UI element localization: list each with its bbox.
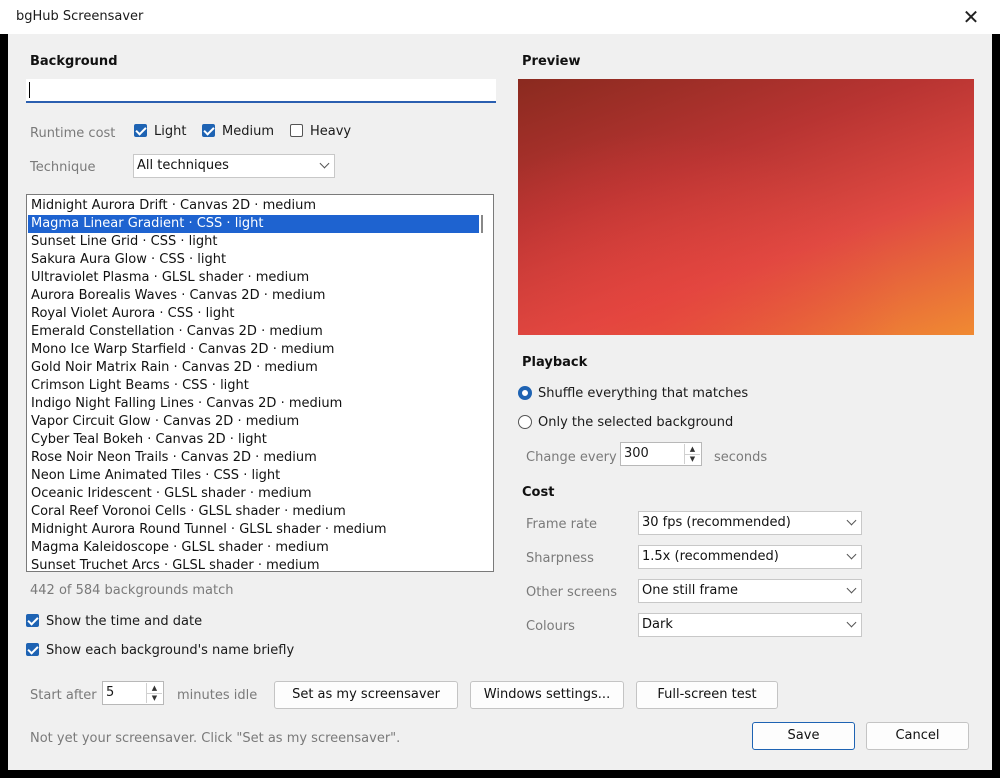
- list-item[interactable]: Midnight Aurora Round Tunnel · GLSL shad…: [28, 521, 479, 539]
- medium-checkbox[interactable]: [202, 124, 215, 137]
- background-preview: [518, 79, 974, 335]
- medium-checkbox-label[interactable]: Medium: [222, 124, 274, 139]
- heavy-checkbox-label[interactable]: Heavy: [310, 124, 351, 139]
- window-title: bgHub Screensaver: [16, 9, 144, 24]
- colours-select[interactable]: Dark: [638, 613, 862, 637]
- list-item[interactable]: Sunset Truchet Arcs · GLSL shader · medi…: [28, 557, 479, 571]
- list-item[interactable]: Coral Reef Voronoi Cells · GLSL shader ·…: [28, 503, 479, 521]
- start-after-label: Start after: [30, 688, 97, 703]
- save-button[interactable]: Save: [752, 722, 855, 750]
- runtime-cost-label: Runtime cost: [30, 126, 116, 141]
- list-scrollbar[interactable]: [481, 215, 483, 233]
- cancel-button[interactable]: Cancel: [866, 722, 969, 750]
- show-time-label[interactable]: Show the time and date: [46, 614, 202, 629]
- cost-heading: Cost: [522, 485, 555, 500]
- light-checkbox[interactable]: [134, 124, 147, 137]
- selected-only-radio-label[interactable]: Only the selected background: [538, 415, 733, 430]
- show-name-checkbox[interactable]: [26, 643, 39, 656]
- technique-select-value: All techniques: [137, 158, 229, 173]
- list-item[interactable]: Emerald Constellation · Canvas 2D · medi…: [28, 323, 479, 341]
- shuffle-radio-label[interactable]: Shuffle everything that matches: [538, 386, 748, 401]
- list-item[interactable]: Sakura Aura Glow · CSS · light: [28, 251, 479, 269]
- list-item[interactable]: Gold Noir Matrix Rain · Canvas 2D · medi…: [28, 359, 479, 377]
- list-item[interactable]: Mono Ice Warp Starfield · Canvas 2D · me…: [28, 341, 479, 359]
- frame-rate-select[interactable]: 30 fps (recommended): [638, 511, 862, 535]
- minutes-idle-label: minutes idle: [177, 688, 258, 703]
- decrement-icon[interactable]: ▼: [685, 454, 700, 464]
- technique-select[interactable]: All techniques: [133, 154, 335, 178]
- show-name-label[interactable]: Show each background's name briefly: [46, 643, 294, 658]
- decrement-icon[interactable]: ▼: [147, 693, 162, 703]
- chevron-down-icon: [846, 515, 857, 526]
- sharpness-select[interactable]: 1.5x (recommended): [638, 545, 862, 569]
- heavy-checkbox[interactable]: [290, 124, 303, 137]
- list-item[interactable]: Oceanic Iridescent · GLSL shader · mediu…: [28, 485, 479, 503]
- seconds-label: seconds: [714, 450, 768, 465]
- other-screens-select[interactable]: One still frame: [638, 579, 862, 603]
- preview-heading: Preview: [522, 54, 581, 69]
- other-screens-value: One still frame: [642, 583, 738, 598]
- list-item[interactable]: Cyber Teal Bokeh · Canvas 2D · light: [28, 431, 479, 449]
- chevron-down-icon: [319, 158, 330, 169]
- change-every-value: 300: [624, 446, 649, 461]
- start-after-stepper[interactable]: 5 ▲ ▼: [102, 681, 164, 705]
- list-item[interactable]: Magma Kaleidoscope · GLSL shader · mediu…: [28, 539, 479, 557]
- list-item[interactable]: Midnight Aurora Drift · Canvas 2D · medi…: [28, 197, 479, 215]
- windows-settings-button[interactable]: Windows settings...: [470, 681, 624, 709]
- colours-label: Colours: [526, 619, 575, 634]
- sharpness-value: 1.5x (recommended): [642, 549, 779, 564]
- list-item[interactable]: Neon Lime Animated Tiles · CSS · light: [28, 467, 479, 485]
- shuffle-radio[interactable]: [518, 386, 532, 400]
- list-item[interactable]: Indigo Night Falling Lines · Canvas 2D ·…: [28, 395, 479, 413]
- background-search-input[interactable]: [26, 79, 496, 103]
- change-every-label: Change every: [526, 450, 617, 465]
- list-item[interactable]: Aurora Borealis Waves · Canvas 2D · medi…: [28, 287, 479, 305]
- change-every-stepper[interactable]: 300 ▲ ▼: [620, 442, 702, 466]
- list-item[interactable]: Royal Violet Aurora · CSS · light: [28, 305, 479, 323]
- colours-value: Dark: [642, 617, 673, 632]
- text-caret: [29, 82, 30, 98]
- fullscreen-test-button[interactable]: Full-screen test: [636, 681, 778, 709]
- chevron-down-icon: [846, 617, 857, 628]
- frame-rate-value: 30 fps (recommended): [642, 515, 791, 530]
- show-time-checkbox[interactable]: [26, 614, 39, 627]
- selected-only-radio[interactable]: [518, 415, 532, 429]
- background-list[interactable]: Midnight Aurora Drift · Canvas 2D · medi…: [26, 194, 494, 572]
- light-checkbox-label[interactable]: Light: [154, 124, 186, 139]
- set-screensaver-button[interactable]: Set as my screensaver: [274, 681, 458, 709]
- status-text: Not yet your screensaver. Click "Set as …: [30, 731, 401, 746]
- technique-label: Technique: [30, 160, 96, 175]
- background-heading: Background: [30, 54, 118, 69]
- list-item[interactable]: Sunset Line Grid · CSS · light: [28, 233, 479, 251]
- start-after-value: 5: [106, 685, 115, 700]
- dialog-body: Background Runtime cost Light Medium Hea…: [8, 34, 992, 770]
- chevron-down-icon: [846, 549, 857, 560]
- playback-heading: Playback: [522, 355, 588, 370]
- other-screens-label: Other screens: [526, 585, 618, 600]
- match-count: 442 of 584 backgrounds match: [30, 583, 234, 598]
- close-icon[interactable]: ✕: [956, 3, 986, 31]
- stepper-buttons: ▲ ▼: [684, 444, 700, 464]
- list-item[interactable]: Crimson Light Beams · CSS · light: [28, 377, 479, 395]
- list-item-selected[interactable]: Magma Linear Gradient · CSS · light: [28, 215, 479, 233]
- list-item[interactable]: Vapor Circuit Glow · Canvas 2D · medium: [28, 413, 479, 431]
- sharpness-label: Sharpness: [526, 551, 594, 566]
- list-item[interactable]: Ultraviolet Plasma · GLSL shader · mediu…: [28, 269, 479, 287]
- stepper-buttons: ▲ ▼: [146, 683, 162, 703]
- title-bar: bgHub Screensaver ✕: [0, 0, 1000, 34]
- frame-rate-label: Frame rate: [526, 517, 598, 532]
- chevron-down-icon: [846, 583, 857, 594]
- list-item[interactable]: Rose Noir Neon Trails · Canvas 2D · medi…: [28, 449, 479, 467]
